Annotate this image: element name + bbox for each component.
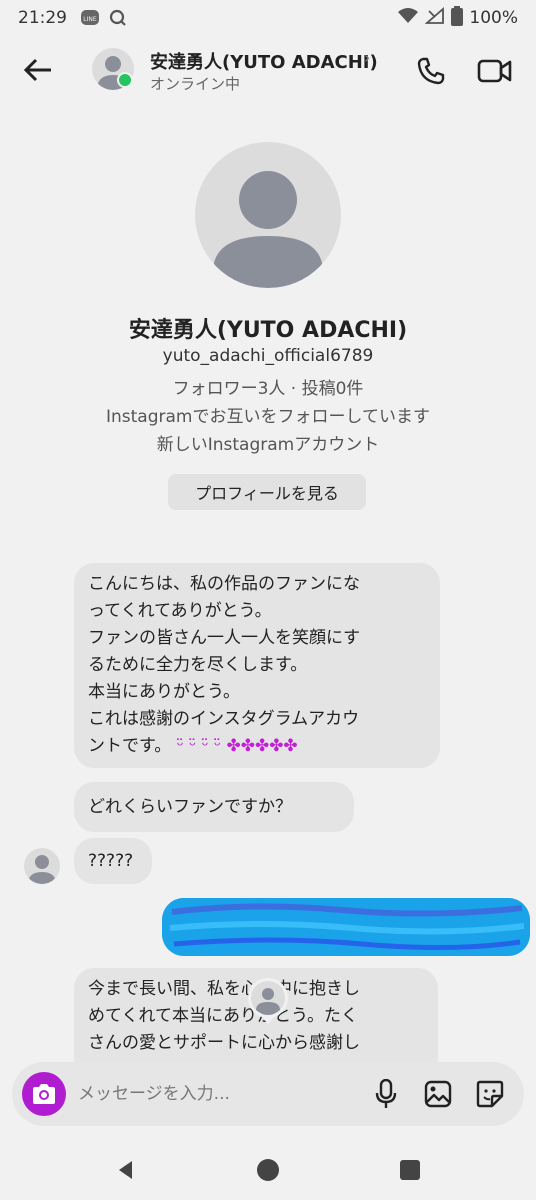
chat-header: 安達勇人(YUTO ADACHI) › オンライン中 [0,40,536,104]
online-indicator [117,72,133,88]
default-avatar-icon [248,978,288,1024]
voice-call-button[interactable] [412,52,450,90]
sticker-button[interactable] [474,1078,506,1110]
arrow-left-icon [23,58,51,82]
default-avatar-icon [28,855,56,884]
system-navigation-bar [0,1140,536,1200]
recents-icon[interactable] [398,1158,422,1182]
message-bubble-received[interactable]: ????? [74,838,152,884]
emoji-tail: ᵕ̈ ᵕ̈ ᵕ̈ ᵕ̈ ✤✤✤✤✤ [176,736,298,756]
video-call-button[interactable] [474,52,516,90]
video-camera-icon [477,59,512,83]
gallery-button[interactable] [422,1078,454,1110]
wifi-icon [397,7,419,30]
profile-username: yuto_adachi_official6789 [162,346,374,366]
message-line: これは感謝のインスタグラムアカウ [88,709,360,729]
search-notification-icon [107,7,129,29]
line-icon: LINE [79,7,101,29]
message-line: るために全力を尽くします。 [88,655,308,675]
message-line: こんにちは、私の作品のファンにな [88,574,360,594]
camera-button[interactable] [22,1072,66,1116]
home-icon[interactable] [256,1158,280,1182]
microphone-icon [375,1079,397,1108]
message-bubble-received[interactable]: こんにちは、私の作品のファンにな ってくれてありがとう。 ファンの皆さん一人一人… [74,563,440,768]
image-icon [424,1080,452,1108]
message-bubble-sent-redacted[interactable] [162,898,530,956]
signal-icon [424,6,445,30]
profile-name: 安達勇人(YUTO ADACHI) [128,318,408,343]
message-line: さんの愛とサポートに心から感謝し [88,1033,360,1053]
svg-text:LINE: LINE [83,16,97,23]
profile-new-account: 新しいInstagramアカウント [156,435,380,455]
status-right: 100% [397,5,518,31]
battery-icon [451,5,464,31]
profile-mutual-follow: Instagramでお互いをフォローしています [106,407,430,427]
chevron-right-icon[interactable]: › [364,48,370,67]
redaction-scribble [162,898,530,956]
message-text: ????? [88,850,134,871]
profile-avatar[interactable] [195,142,341,288]
back-icon[interactable] [114,1158,138,1182]
header-title[interactable]: 安達勇人(YUTO ADACHI) [150,48,378,74]
message-input[interactable] [78,1076,368,1112]
phone-icon [417,57,445,85]
profile-stats: フォロワー3人 · 投稿0件 [172,379,364,399]
message-line: 本当にありがとう。 [88,682,240,702]
status-bar: 21:29 LINE 100% [0,0,536,36]
message-composer [12,1062,524,1126]
message-line: ファンの皆さん一人一人を笑顔にす [88,628,361,648]
online-status: オンライン中 [150,75,241,93]
seen-indicator-avatar [246,976,290,1026]
message-bubble-received[interactable]: どれくらいファンですか？ [74,782,354,832]
view-profile-button[interactable]: プロフィールを見る [168,474,366,510]
sender-avatar[interactable] [24,848,60,884]
message-line: ントです。 ᵕ̈ ᵕ̈ ᵕ̈ ᵕ̈ ✤✤✤✤✤ [88,733,426,760]
default-avatar-icon [213,171,323,288]
sticker-icon [476,1080,504,1108]
message-line-text: ントです。 [88,736,172,756]
battery-percentage: 100% [469,8,518,28]
message-line: ってくれてありがとう。 [88,601,272,621]
status-time: 21:29 [18,8,67,28]
camera-icon [33,1084,55,1104]
message-text: どれくらいファンですか？ [88,796,292,817]
back-button[interactable] [18,50,58,90]
voice-message-button[interactable] [370,1078,402,1110]
